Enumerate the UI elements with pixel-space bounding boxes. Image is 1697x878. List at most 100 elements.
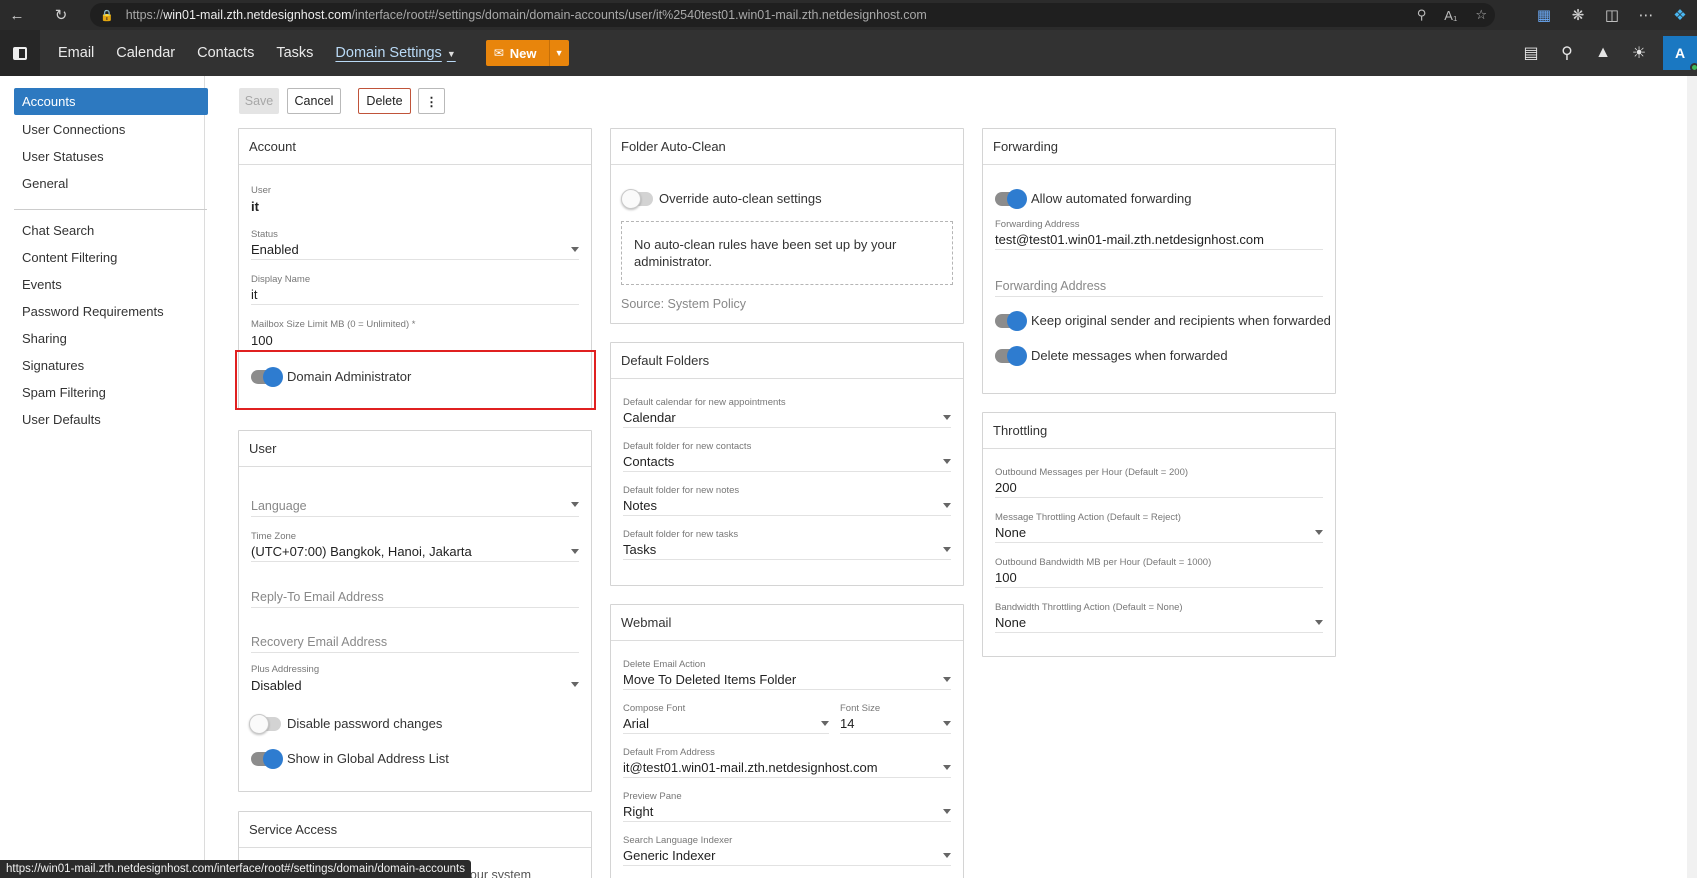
reply-to-input[interactable]: Reply-To Email Address: [251, 586, 579, 608]
chevron-down-icon: [943, 547, 951, 552]
font-size-select[interactable]: Font Size 14: [840, 703, 951, 734]
url-text: https://win01-mail.zth.netdesignhost.com…: [125, 8, 927, 22]
sidebar-item-content-filtering[interactable]: Content Filtering: [14, 244, 207, 271]
nav-contacts[interactable]: Contacts: [197, 45, 254, 61]
reload-icon[interactable]: ↻: [44, 0, 78, 30]
back-icon[interactable]: ←: [0, 0, 34, 30]
mailbox-size-field[interactable]: Mailbox Size Limit MB (0 = Unlimited) * …: [251, 319, 579, 350]
theme-sun-icon[interactable]: ☀: [1621, 30, 1657, 76]
sidebar-item-user-defaults[interactable]: User Defaults: [14, 406, 207, 433]
language-select[interactable]: Language: [251, 495, 579, 517]
chevron-down-icon: [571, 682, 579, 687]
sidebar-item-user-statuses[interactable]: User Statuses: [14, 143, 207, 170]
forwarding-address-field[interactable]: Forwarding Address test@test01.win01-mai…: [995, 219, 1323, 250]
chevron-down-icon: [943, 415, 951, 420]
keep-sender-toggle-row[interactable]: Keep original sender and recipients when…: [995, 310, 1331, 331]
address-bar[interactable]: 🔒 https://win01-mail.zth.netdesignhost.c…: [90, 3, 1495, 27]
bandwidth-throttling-action-select[interactable]: Bandwidth Throttling Action (Default = N…: [995, 602, 1323, 633]
outbound-bandwidth-field[interactable]: Outbound Bandwidth MB per Hour (Default …: [995, 557, 1323, 588]
default-notes-select[interactable]: Default folder for new notes Notes: [623, 485, 951, 516]
translate-icon[interactable]: ▦: [1527, 0, 1561, 30]
more-menu-icon[interactable]: ⋯: [1629, 0, 1663, 30]
disable-password-toggle-row[interactable]: Disable password changes: [249, 713, 442, 734]
new-dropdown-icon[interactable]: ▼: [548, 40, 569, 66]
online-status-dot: [1690, 63, 1697, 72]
message-throttling-action-select[interactable]: Message Throttling Action (Default = Rej…: [995, 512, 1323, 543]
cancel-button[interactable]: Cancel: [287, 88, 341, 114]
key-icon[interactable]: ⚲: [1417, 7, 1427, 23]
more-options-button[interactable]: ⋮: [418, 88, 445, 114]
save-button[interactable]: Save: [239, 88, 279, 114]
default-calendar-select[interactable]: Default calendar for new appointments Ca…: [623, 397, 951, 428]
delete-button[interactable]: Delete: [358, 88, 411, 114]
outbound-messages-field[interactable]: Outbound Messages per Hour (Default = 20…: [995, 467, 1323, 498]
sidebar-toggle-icon[interactable]: [0, 30, 40, 76]
chat-icon[interactable]: ▤: [1513, 30, 1549, 76]
status-select[interactable]: Status Enabled: [251, 229, 579, 260]
status-bar-link: https://win01-mail.zth.netdesignhost.com…: [0, 860, 471, 878]
nav-tasks[interactable]: Tasks: [276, 45, 313, 61]
sidebar-item-general[interactable]: General: [14, 170, 207, 197]
panel-title: Forwarding: [983, 129, 1335, 165]
recovery-email-input[interactable]: Recovery Email Address: [251, 631, 579, 653]
chevron-down-icon: [943, 459, 951, 464]
bell-icon[interactable]: ▲: [1585, 30, 1621, 76]
nav-domain-settings[interactable]: Domain Settings ▼: [335, 45, 455, 61]
sidebar-item-sharing[interactable]: Sharing: [14, 325, 207, 352]
chevron-down-icon: [821, 721, 829, 726]
webmail-panel: Webmail Delete Email Action Move To Dele…: [610, 604, 964, 878]
panel-title: Folder Auto-Clean: [611, 129, 963, 165]
sidebar-item-spam-filtering[interactable]: Spam Filtering: [14, 379, 207, 406]
sidebar-item-events[interactable]: Events: [14, 271, 207, 298]
show-gal-toggle-row[interactable]: Show in Global Address List: [251, 748, 449, 769]
scrollbar-track[interactable]: [1687, 76, 1697, 878]
sidebar-item-chat-search[interactable]: Chat Search: [14, 217, 207, 244]
favorite-star-icon[interactable]: ☆: [1475, 7, 1487, 23]
keep-sender-toggle[interactable]: [995, 310, 1027, 331]
display-name-field[interactable]: Display Name it: [251, 274, 579, 305]
autoclean-source: Source: System Policy: [621, 297, 747, 311]
browser-toolbar: ← ↻ 🔒 https://win01-mail.zth.netdesignho…: [0, 0, 1697, 30]
sidebar-item-user-connections[interactable]: User Connections: [14, 116, 207, 143]
nav-calendar[interactable]: Calendar: [116, 45, 175, 61]
panel-title: User: [239, 431, 591, 467]
chevron-down-icon: [1315, 620, 1323, 625]
chevron-down-icon: [943, 721, 951, 726]
nav-email[interactable]: Email: [58, 45, 94, 61]
copilot-icon[interactable]: ❖: [1663, 0, 1697, 30]
chevron-down-icon: ▼: [446, 49, 456, 59]
split-screen-icon[interactable]: ◫: [1595, 0, 1629, 30]
timezone-select[interactable]: Time Zone (UTC+07:00) Bangkok, Hanoi, Ja…: [251, 531, 579, 562]
default-contacts-select[interactable]: Default folder for new contacts Contacts: [623, 441, 951, 472]
delete-email-action-select[interactable]: Delete Email Action Move To Deleted Item…: [623, 659, 951, 690]
new-button[interactable]: ✉ New ▼: [485, 40, 569, 66]
read-aloud-icon[interactable]: A₁: [1444, 8, 1457, 23]
default-tasks-select[interactable]: Default folder for new tasks Tasks: [623, 529, 951, 560]
default-from-select[interactable]: Default From Address it@test01.win01-mai…: [623, 747, 951, 778]
compose-font-select[interactable]: Compose Font Arial: [623, 703, 829, 734]
sidebar-item-signatures[interactable]: Signatures: [14, 352, 207, 379]
sidebar-item-accounts[interactable]: Accounts: [14, 88, 208, 115]
disable-password-toggle[interactable]: [249, 713, 281, 734]
preview-pane-select[interactable]: Preview Pane Right: [623, 791, 951, 822]
delete-forwarded-toggle-row[interactable]: Delete messages when forwarded: [995, 345, 1228, 366]
delete-forwarded-toggle[interactable]: [995, 345, 1027, 366]
override-autoclean-toggle-row[interactable]: Override auto-clean settings: [621, 188, 822, 209]
extensions-icon[interactable]: ❋: [1561, 0, 1595, 30]
chevron-down-icon: [571, 502, 579, 507]
allow-forwarding-toggle[interactable]: [995, 188, 1027, 209]
sidebar-item-password-requirements[interactable]: Password Requirements: [14, 298, 207, 325]
plus-addressing-select[interactable]: Plus Addressing Disabled: [251, 664, 579, 695]
user-panel: User Language Time Zone (UTC+07:00) Bang…: [238, 430, 592, 792]
search-indexer-select[interactable]: Search Language Indexer Generic Indexer: [623, 835, 951, 866]
search-icon[interactable]: ⚲: [1549, 30, 1585, 76]
allow-forwarding-toggle-row[interactable]: Allow automated forwarding: [995, 188, 1191, 209]
forwarding-panel: Forwarding Allow automated forwarding Fo…: [982, 128, 1336, 394]
override-autoclean-toggle[interactable]: [621, 188, 653, 209]
panel-title: Throttling: [983, 413, 1335, 449]
forwarding-address-input[interactable]: Forwarding Address: [995, 275, 1323, 297]
avatar[interactable]: A: [1663, 36, 1697, 72]
settings-sidebar: Accounts User Connections User Statuses …: [0, 76, 208, 878]
default-folders-panel: Default Folders Default calendar for new…: [610, 342, 964, 586]
show-gal-toggle[interactable]: [251, 748, 283, 769]
